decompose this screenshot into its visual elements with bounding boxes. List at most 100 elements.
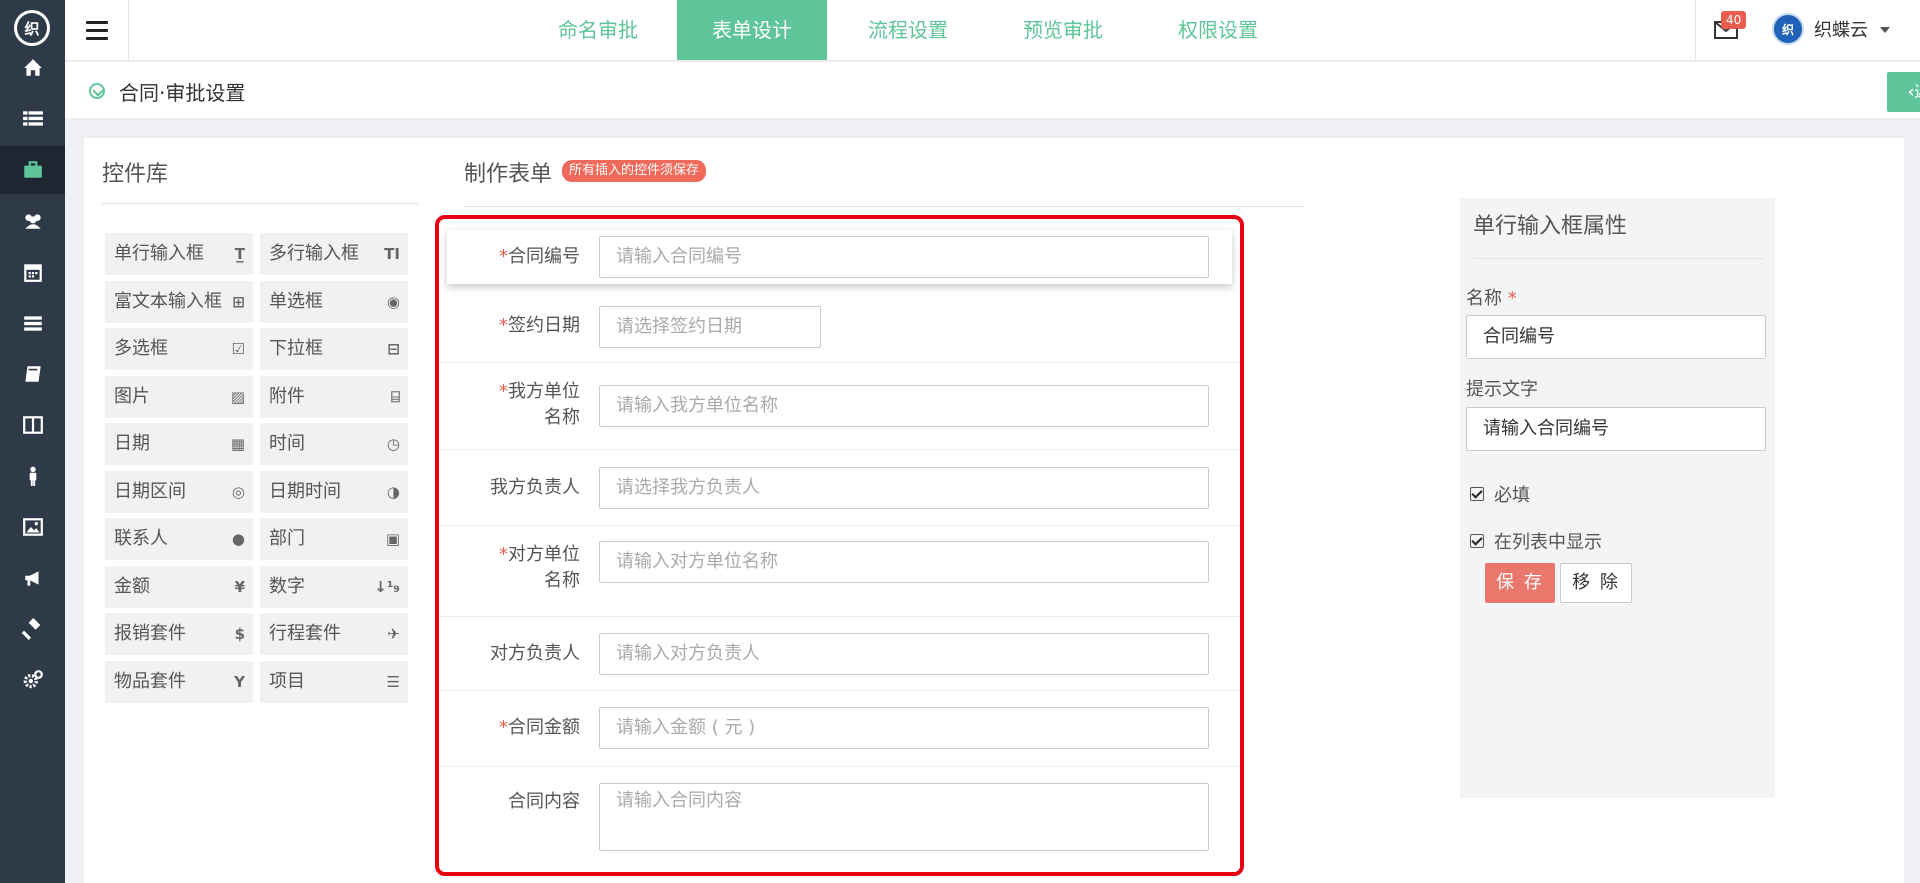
show-in-list-checkbox[interactable]: 在列表中显示 bbox=[1470, 528, 1602, 554]
sidebar-item-gavel[interactable] bbox=[0, 605, 65, 653]
tab-permission-settings[interactable]: 权限设置 bbox=[1153, 0, 1283, 60]
megaphone-icon bbox=[24, 571, 38, 586]
control-item-label: 物品套件 bbox=[114, 670, 186, 692]
field-label: 我方单位 bbox=[508, 381, 580, 402]
show-in-list-label: 在列表中显示 bbox=[1494, 532, 1602, 553]
sidebar-item-list[interactable] bbox=[0, 95, 65, 143]
control-item-label: 日期 bbox=[114, 433, 150, 454]
control-item[interactable]: 多行输入框 TI bbox=[260, 233, 408, 275]
field-label: 签约日期 bbox=[508, 315, 580, 336]
gavel-icon bbox=[21, 618, 40, 640]
sidebar-item-briefcase[interactable] bbox=[0, 146, 65, 194]
cogs-icon bbox=[23, 670, 43, 689]
divider bbox=[1473, 258, 1763, 259]
control-item[interactable]: 富文本输入框 ⊞ bbox=[105, 280, 253, 323]
form-canvas: *合同编号 请输入合同编号 *签约日期 请选择签约日期 *我方单位 名称 请输入我… bbox=[435, 215, 1244, 876]
control-item[interactable]: 项目 ☰ bbox=[260, 660, 408, 703]
control-item-label: 图片 bbox=[114, 385, 150, 407]
control-item-label: 行程套件 bbox=[269, 623, 341, 644]
contract-amount-input[interactable]: 请输入金额 ( 元 ) bbox=[599, 707, 1209, 749]
app-logo-text: 织 bbox=[24, 19, 40, 38]
home-icon bbox=[23, 59, 42, 76]
divider bbox=[1695, 0, 1696, 60]
control-item[interactable]: 下拉框 ⊟ bbox=[260, 328, 408, 370]
control-type-icon: ↓¹₉ bbox=[374, 577, 400, 596]
hint-label: 提示文字 bbox=[1466, 379, 1538, 400]
form-field-row[interactable]: *我方单位 名称 请输入我方单位名称 bbox=[439, 363, 1240, 450]
control-item[interactable]: 单选框 ◉ bbox=[260, 280, 408, 323]
checkbox-checked-icon bbox=[1470, 487, 1484, 501]
form-field-row-selected[interactable]: *合同编号 请输入合同编号 bbox=[447, 230, 1232, 284]
sidebar-item-users[interactable] bbox=[0, 197, 65, 245]
control-item[interactable]: 附件 ⌸ bbox=[260, 375, 408, 418]
control-type-icon: T̲ bbox=[234, 245, 245, 263]
control-item-label: 项目 bbox=[269, 670, 305, 692]
user-name[interactable]: 织蝶云 bbox=[1814, 16, 1868, 42]
field-label: 对方单位 bbox=[508, 544, 580, 565]
control-item[interactable]: 联系人 ● bbox=[105, 518, 253, 560]
avatar[interactable]: 织 bbox=[1772, 13, 1804, 45]
control-item[interactable]: 日期时间 ◑ bbox=[260, 470, 408, 513]
form-field-row[interactable]: *对方单位 名称 请输入对方单位名称 bbox=[439, 526, 1240, 617]
other-company-input[interactable]: 请输入对方单位名称 bbox=[599, 541, 1209, 583]
control-item-label: 下拉框 bbox=[269, 338, 323, 359]
page-title: 合同·审批设置 bbox=[119, 81, 246, 105]
back-button[interactable]: ‹返回 bbox=[1887, 72, 1920, 112]
contract-content-textarea[interactable]: 请输入合同内容 bbox=[599, 783, 1209, 851]
remove-button[interactable]: 移 除 bbox=[1560, 563, 1632, 603]
form-field-row[interactable]: *合同金额 请输入金额 ( 元 ) bbox=[439, 691, 1240, 767]
form-field-row[interactable]: 合同内容 请输入合同内容 bbox=[439, 767, 1240, 872]
control-item[interactable]: 日期 ▦ bbox=[105, 423, 253, 465]
sidebar-item-calendar[interactable] bbox=[0, 248, 65, 296]
required-marker: * bbox=[499, 544, 508, 565]
sidebar-item-columns[interactable] bbox=[0, 401, 65, 449]
control-item[interactable]: 物品套件 Y bbox=[105, 660, 253, 703]
control-item[interactable]: 单行输入框 T̲ bbox=[105, 233, 253, 275]
chevron-down-icon[interactable] bbox=[1880, 27, 1890, 33]
form-field-row[interactable]: *签约日期 请选择签约日期 bbox=[439, 292, 1240, 363]
sidebar-item-image[interactable] bbox=[0, 503, 65, 551]
control-item[interactable]: 时间 ◷ bbox=[260, 423, 408, 465]
control-item[interactable]: 报销套件 $ bbox=[105, 613, 253, 655]
hint-text-input[interactable]: 请输入合同编号 bbox=[1466, 407, 1766, 451]
tab-process-settings[interactable]: 流程设置 bbox=[843, 0, 973, 60]
sidebar-item-book[interactable] bbox=[0, 350, 65, 398]
required-marker: * bbox=[499, 381, 508, 402]
form-field-row[interactable]: 对方负责人 请输入对方负责人 bbox=[439, 617, 1240, 691]
tab-naming-approval[interactable]: 命名审批 bbox=[533, 0, 663, 60]
tab-preview-approval[interactable]: 预览审批 bbox=[998, 0, 1128, 60]
main-panel: 控件库 单行输入框 T̲ 多行输入框 TI 富文本输入框 ⊞ 单选框 ◉ 多选框 ☑ 下拉框 ⊟ 图片 ▨… bbox=[84, 138, 1904, 883]
control-type-icon: ⌸ bbox=[390, 387, 400, 406]
other-manager-input[interactable]: 请输入对方负责人 bbox=[599, 633, 1209, 675]
sign-date-input[interactable]: 请选择签约日期 bbox=[599, 306, 821, 348]
control-item[interactable]: 数字 ↓¹₉ bbox=[260, 565, 408, 608]
sidebar-item-cogs[interactable] bbox=[0, 656, 65, 704]
control-item[interactable]: 图片 ▨ bbox=[105, 375, 253, 418]
control-item-label: 附件 bbox=[269, 385, 305, 407]
sidebar-item-person[interactable] bbox=[0, 452, 65, 500]
save-button[interactable]: 保 存 bbox=[1485, 563, 1555, 603]
our-manager-input[interactable]: 请选择我方负责人 bbox=[599, 467, 1209, 509]
contract-number-input[interactable]: 请输入合同编号 bbox=[599, 236, 1209, 278]
sidebar-item-server[interactable] bbox=[0, 299, 65, 347]
name-input[interactable]: 合同编号 bbox=[1466, 315, 1766, 359]
our-company-input[interactable]: 请输入我方单位名称 bbox=[599, 385, 1209, 427]
sidebar: 织 bbox=[0, 0, 65, 883]
sidebar-item-home[interactable] bbox=[0, 44, 65, 92]
back-label: 返回 bbox=[1914, 82, 1920, 101]
control-item-label: 日期时间 bbox=[269, 480, 341, 502]
app-logo[interactable]: 织 bbox=[14, 10, 50, 46]
control-type-icon: ▦ bbox=[230, 435, 245, 453]
control-item[interactable]: 多选框 ☑ bbox=[105, 328, 253, 370]
tab-form-design[interactable]: 表单设计 bbox=[677, 0, 827, 60]
sidebar-item-megaphone[interactable] bbox=[0, 554, 65, 602]
control-item-label: 单选框 bbox=[269, 290, 323, 312]
circle-arrow-down-icon bbox=[89, 83, 105, 99]
control-item[interactable]: 部门 ▣ bbox=[260, 518, 408, 560]
control-item[interactable]: 行程套件 ✈ bbox=[260, 613, 408, 655]
control-item[interactable]: 金额 ¥ bbox=[105, 565, 253, 608]
control-item[interactable]: 日期区间 ◎ bbox=[105, 470, 253, 513]
menu-toggle-button[interactable] bbox=[65, 0, 129, 61]
form-field-row[interactable]: 我方负责人 请选择我方负责人 bbox=[439, 450, 1240, 526]
required-checkbox[interactable]: 必填 bbox=[1470, 481, 1530, 507]
